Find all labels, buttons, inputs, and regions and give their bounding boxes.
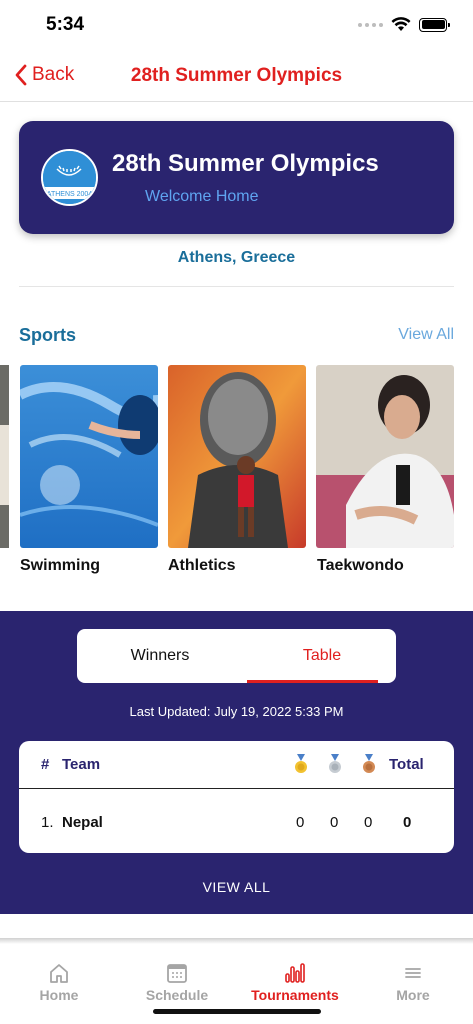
- medals-view-all-button[interactable]: VIEW ALL: [0, 879, 473, 895]
- header-team: Team: [62, 756, 101, 773]
- swimming-image: [20, 365, 158, 548]
- tab-home[interactable]: Home: [4, 962, 114, 1003]
- taekwondo-image: [316, 365, 454, 548]
- tab-tournaments[interactable]: Tournaments: [240, 962, 350, 1003]
- medal-section: Winners Table Last Updated: July 19, 202…: [0, 611, 473, 914]
- tab-home-label: Home: [39, 987, 79, 1003]
- sport-label-athletics: Athletics: [168, 557, 236, 574]
- silver-medal-icon: [329, 754, 341, 773]
- sport-card-swimming[interactable]: [20, 365, 158, 548]
- medal-segmented-control: Winners Table: [77, 629, 396, 683]
- status-bar: 5:34: [0, 0, 473, 50]
- sport-label-swimming: Swimming: [20, 557, 101, 574]
- calendar-icon: [167, 964, 187, 983]
- status-icons: [358, 17, 450, 32]
- tab-table[interactable]: Table: [247, 629, 397, 683]
- nav-header: Back 28th Summer Olympics: [0, 50, 473, 102]
- tab-winners[interactable]: Winners: [85, 629, 235, 683]
- tab-more[interactable]: More: [358, 962, 468, 1003]
- location-label: Athens, Greece: [177, 249, 296, 266]
- menu-icon: [405, 968, 421, 978]
- battery-icon: [419, 17, 450, 32]
- cellular-signal-icon: [358, 22, 383, 27]
- home-icon: [50, 964, 68, 983]
- bar-chart-icon: [285, 963, 305, 983]
- tab-more-label: More: [396, 987, 430, 1003]
- page-title: 28th Summer Olympics: [130, 65, 343, 86]
- row-bronze-count: 0: [364, 814, 373, 831]
- athletics-image: [168, 365, 306, 548]
- active-tab-indicator: [247, 680, 378, 683]
- row-total: 0: [403, 814, 412, 831]
- header-total: Total: [389, 756, 424, 773]
- sport-label-taekwondo: Taekwondo: [317, 557, 404, 574]
- tournament-hero-card: ATHENS 2004 28th Summer Olympics Welcome…: [19, 121, 454, 234]
- sport-card-partial[interactable]: [0, 365, 9, 548]
- bronze-medal-icon: [363, 754, 375, 773]
- tab-tournaments-label: Tournaments: [251, 987, 339, 1003]
- sport-card-taekwondo[interactable]: [316, 365, 454, 548]
- divider: [19, 286, 454, 287]
- table-header-divider: [19, 788, 454, 789]
- svg-text:ATHENS 2004: ATHENS 2004: [47, 191, 92, 198]
- sports-section-title: Sports: [19, 325, 77, 345]
- hero-subtitle: Welcome Home: [145, 188, 259, 205]
- wifi-icon: [391, 17, 411, 31]
- home-indicator: [153, 1009, 321, 1014]
- tab-schedule[interactable]: Schedule: [122, 962, 232, 1003]
- status-time: 5:34: [46, 14, 85, 35]
- athens-logo: ATHENS 2004: [41, 149, 98, 206]
- header-rank: #: [41, 756, 50, 773]
- row-silver-count: 0: [330, 814, 339, 831]
- row-team: Nepal: [62, 814, 103, 831]
- tab-schedule-label: Schedule: [145, 987, 209, 1003]
- gold-medal-icon: [295, 754, 307, 773]
- sport-card-athletics[interactable]: [168, 365, 306, 548]
- sports-view-all-link[interactable]: View All: [398, 326, 454, 344]
- hero-title: 28th Summer Olympics: [112, 150, 379, 177]
- row-gold-count: 0: [296, 814, 305, 831]
- row-rank: 1.: [41, 814, 54, 831]
- last-updated-text: Last Updated: July 19, 2022 5:33 PM: [129, 704, 344, 719]
- medal-table: # Team Total 1. Nepal 0 0 0 0: [19, 741, 454, 853]
